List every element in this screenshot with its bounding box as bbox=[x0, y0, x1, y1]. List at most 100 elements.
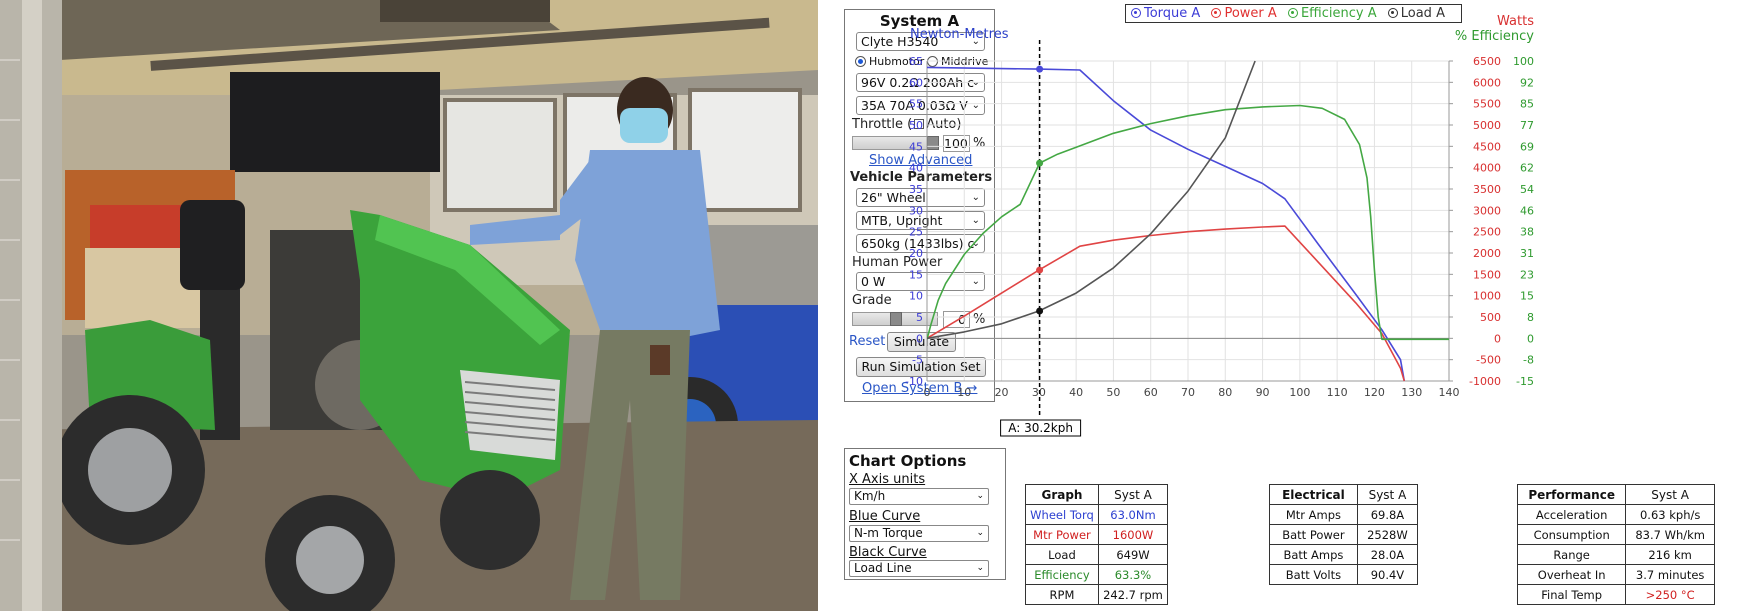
table-cell: 1600W bbox=[1097, 524, 1169, 545]
y-efficiency-tick-label: -15 bbox=[1516, 375, 1534, 388]
y-left-tick-label: 45 bbox=[909, 140, 923, 153]
y-left-tick-label: 30 bbox=[909, 204, 923, 217]
table-cell: Wheel Torq bbox=[1025, 504, 1099, 525]
table-header-row: Electrical Syst A bbox=[1269, 484, 1419, 505]
y-power-tick-label: 3500 bbox=[1473, 183, 1501, 196]
table-cell: 3.7 minutes bbox=[1625, 564, 1715, 585]
table-cell: 28.0A bbox=[1356, 544, 1419, 565]
table-cell: Consumption bbox=[1516, 524, 1627, 545]
cursor-marker-point bbox=[1036, 266, 1044, 274]
y-left-tick-label: 15 bbox=[909, 268, 923, 281]
cursor-marker-point bbox=[1036, 65, 1044, 73]
x-axis-units-label: X Axis units bbox=[849, 472, 926, 487]
y-left-tick-label: -5 bbox=[912, 354, 923, 367]
y-power-tick-label: 5000 bbox=[1473, 119, 1501, 132]
power-line bbox=[927, 225, 1406, 382]
blue-curve-value: N-m Torque bbox=[854, 526, 923, 540]
blue-curve-select[interactable]: N-m Torque ⌄ bbox=[849, 525, 989, 542]
y-left-tick-label: 35 bbox=[909, 183, 923, 196]
table-row: Overheat In 3.7 minutes bbox=[1516, 564, 1715, 585]
table-header: Syst A bbox=[1356, 484, 1419, 505]
table-row: Mtr Amps 69.8A bbox=[1269, 504, 1419, 525]
performance-results-table: Performance Syst A Acceleration 0.63 kph… bbox=[1516, 484, 1715, 605]
x-tick-label: 130 bbox=[1401, 386, 1422, 399]
y-left-tick-label: 20 bbox=[909, 247, 923, 260]
table-cell: Overheat In bbox=[1516, 564, 1627, 585]
y-efficiency-tick-label: 54 bbox=[1520, 183, 1534, 196]
y-power-tick-label: 0 bbox=[1494, 332, 1501, 345]
y-efficiency-tick-label: 38 bbox=[1520, 226, 1534, 239]
y-efficiency-tick-label: 15 bbox=[1520, 290, 1534, 303]
x-axis-units-value: Km/h bbox=[854, 489, 886, 503]
x-tick-label: 140 bbox=[1439, 386, 1460, 399]
performance-chart[interactable]: 0102030405060708090100110120130140656500… bbox=[832, 0, 1763, 445]
x-tick-label: 90 bbox=[1256, 386, 1270, 399]
y-left-axis-title: Newton-Metres bbox=[910, 27, 1009, 42]
table-cell: Efficiency bbox=[1025, 564, 1099, 585]
table-row: Wheel Torq 63.0Nm bbox=[1025, 504, 1169, 525]
torque-line bbox=[927, 66, 1406, 382]
y-power-tick-label: 5500 bbox=[1473, 98, 1501, 111]
x-tick-label: 120 bbox=[1364, 386, 1385, 399]
table-row: Load 649W bbox=[1025, 544, 1169, 565]
chevron-down-icon: ⌄ bbox=[976, 563, 984, 573]
table-header-row: Performance Syst A bbox=[1516, 484, 1715, 505]
black-curve-label: Black Curve bbox=[849, 545, 927, 560]
electrical-results-table: Electrical Syst A Mtr Amps 69.8A Batt Po… bbox=[1269, 484, 1419, 585]
black-curve-value: Load Line bbox=[854, 561, 912, 575]
y-efficiency-tick-label: 0 bbox=[1527, 332, 1534, 345]
chart-options-panel: Chart Options X Axis units Km/h ⌄ Blue Cu… bbox=[844, 448, 1006, 580]
table-row: Final Temp >250 °C bbox=[1516, 584, 1715, 605]
load-line bbox=[927, 60, 1256, 340]
table-cell: Range bbox=[1516, 544, 1627, 565]
table-cell: Batt Amps bbox=[1269, 544, 1358, 565]
table-cell: Mtr Amps bbox=[1269, 504, 1358, 525]
y-left-tick-label: 25 bbox=[909, 226, 923, 239]
table-cell: Load bbox=[1025, 544, 1099, 565]
x-tick-label: 60 bbox=[1144, 386, 1158, 399]
y-power-axis-title: Watts bbox=[1497, 14, 1534, 29]
table-row: Batt Volts 90.4V bbox=[1269, 564, 1419, 585]
table-cell: 69.8A bbox=[1356, 504, 1419, 525]
table-header: Electrical bbox=[1269, 484, 1358, 505]
tractor-photo-illustration bbox=[0, 0, 818, 611]
table-cell: Final Temp bbox=[1516, 584, 1627, 605]
cursor-marker-point bbox=[1036, 307, 1044, 315]
y-left-tick-label: -10 bbox=[905, 375, 923, 388]
x-tick-label: 80 bbox=[1218, 386, 1232, 399]
table-row: Range 216 km bbox=[1516, 544, 1715, 565]
table-row: Batt Power 2528W bbox=[1269, 524, 1419, 545]
y-left-tick-label: 5 bbox=[916, 311, 923, 324]
y-efficiency-tick-label: 100 bbox=[1513, 55, 1534, 68]
y-power-tick-label: -1000 bbox=[1469, 375, 1501, 388]
table-cell: 83.7 Wh/km bbox=[1625, 524, 1715, 545]
y-efficiency-tick-label: 46 bbox=[1520, 204, 1534, 217]
y-left-tick-label: 0 bbox=[916, 332, 923, 345]
table-cell: >250 °C bbox=[1625, 584, 1715, 605]
chevron-down-icon: ⌄ bbox=[976, 491, 984, 501]
x-axis-units-select[interactable]: Km/h ⌄ bbox=[849, 488, 989, 505]
y-left-tick-label: 60 bbox=[909, 76, 923, 89]
y-power-tick-label: 6500 bbox=[1473, 55, 1501, 68]
y-power-tick-label: 3000 bbox=[1473, 204, 1501, 217]
x-tick-label: 50 bbox=[1106, 386, 1120, 399]
chevron-down-icon: ⌄ bbox=[976, 528, 984, 538]
y-power-tick-label: 4500 bbox=[1473, 140, 1501, 153]
y-power-tick-label: 2000 bbox=[1473, 247, 1501, 260]
y-power-tick-label: 6000 bbox=[1473, 76, 1501, 89]
black-curve-select[interactable]: Load Line ⌄ bbox=[849, 560, 989, 577]
table-row: RPM 242.7 rpm bbox=[1025, 584, 1169, 605]
table-cell: RPM bbox=[1025, 584, 1099, 605]
table-cell: 649W bbox=[1097, 544, 1169, 565]
y-power-tick-label: 500 bbox=[1480, 311, 1501, 324]
table-header: Performance bbox=[1516, 484, 1627, 505]
blue-curve-label: Blue Curve bbox=[849, 509, 921, 524]
table-row: Mtr Power 1600W bbox=[1025, 524, 1169, 545]
x-tick-label: 40 bbox=[1069, 386, 1083, 399]
table-header-row: Graph Syst A bbox=[1025, 484, 1169, 505]
y-efficiency-tick-label: 77 bbox=[1520, 119, 1534, 132]
x-tick-label: 10 bbox=[957, 386, 971, 399]
table-cell: Batt Power bbox=[1269, 524, 1358, 545]
table-cell: 242.7 rpm bbox=[1097, 584, 1169, 605]
cursor-marker-point bbox=[1036, 159, 1044, 167]
